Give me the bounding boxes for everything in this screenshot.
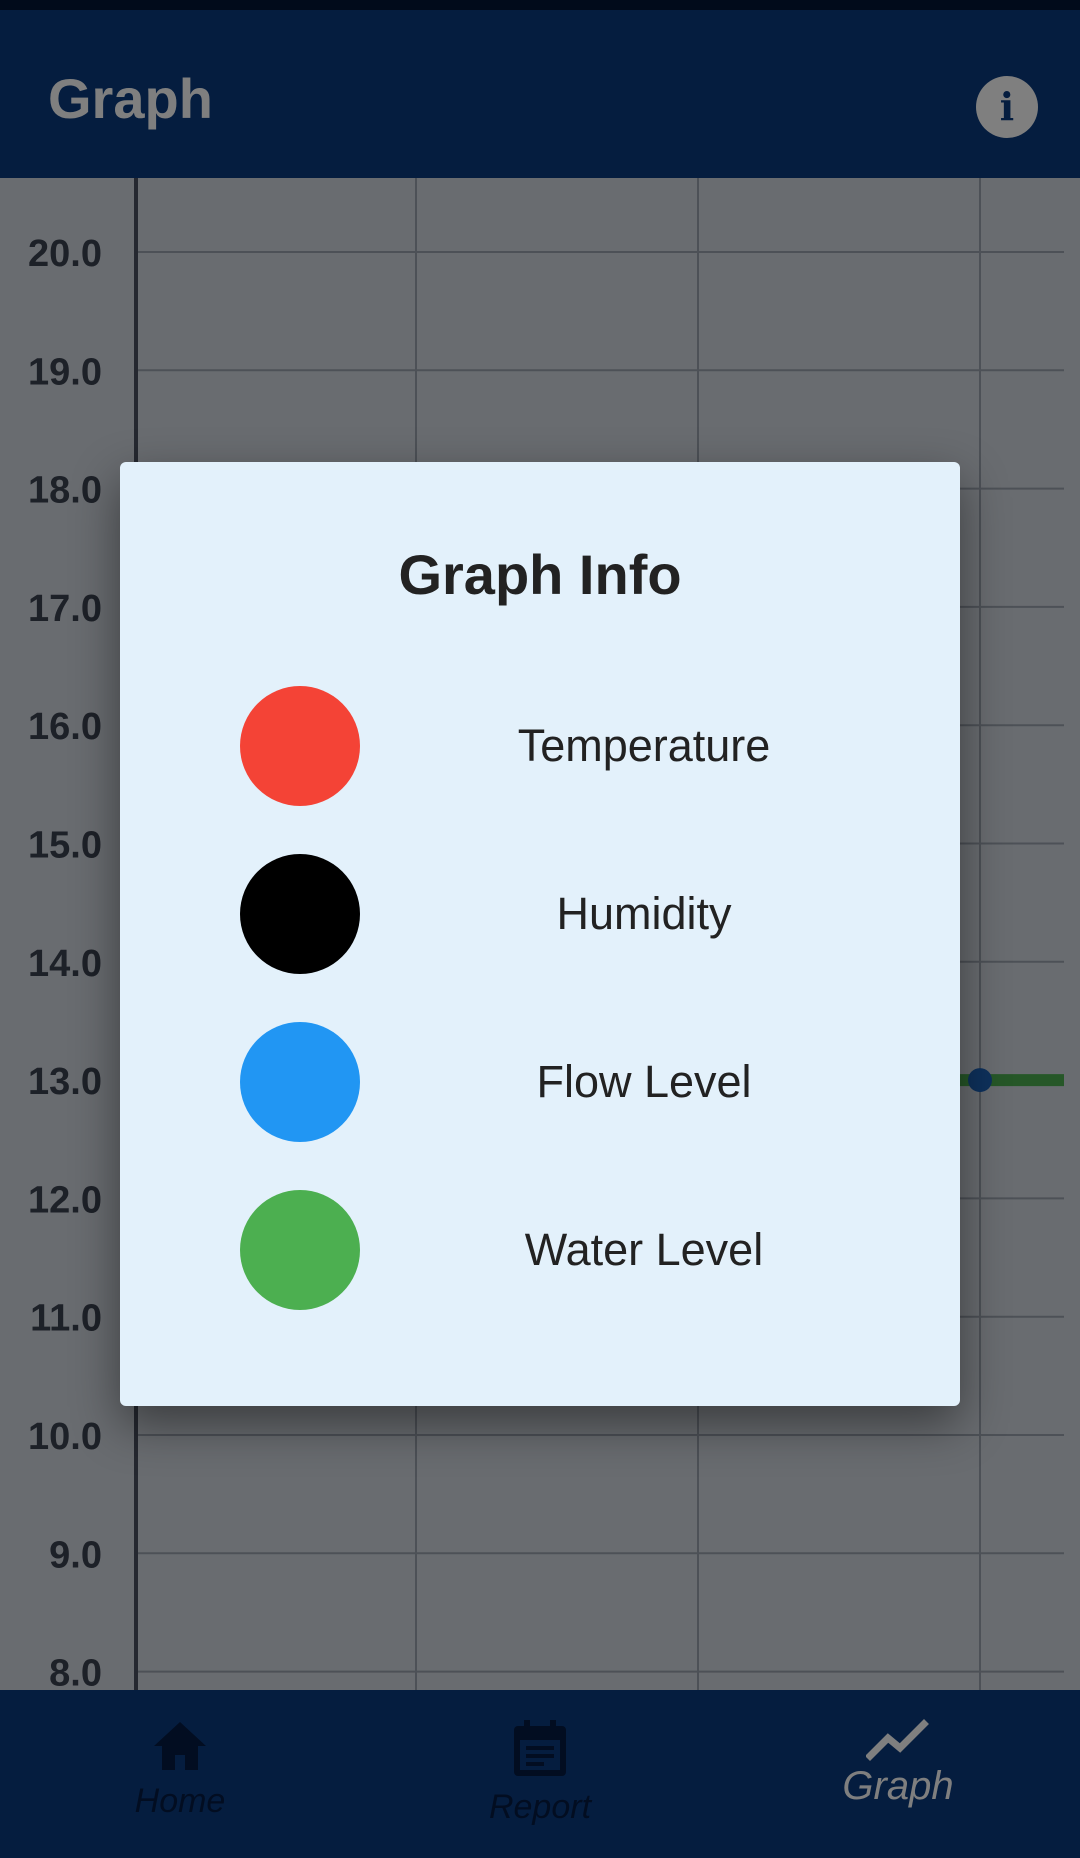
legend-item: Flow Level: [120, 1022, 960, 1142]
legend-color-dot: [240, 1022, 360, 1142]
legend-item: Water Level: [120, 1190, 960, 1310]
legend-item: Temperature: [120, 686, 960, 806]
legend-color-dot: [240, 1190, 360, 1310]
graph-info-dialog: Graph Info Temperature Humidity Flow Lev…: [120, 462, 960, 1406]
legend-label: Temperature: [517, 720, 771, 771]
legend-label: Humidity: [556, 888, 732, 939]
legend-color-dot: [240, 854, 360, 974]
legend-color-dot: [240, 686, 360, 806]
legend-label: Flow Level: [536, 1056, 752, 1107]
legend-label: Water Level: [524, 1224, 764, 1275]
dialog-title: Graph Info: [398, 543, 682, 606]
legend-item: Humidity: [120, 854, 960, 974]
